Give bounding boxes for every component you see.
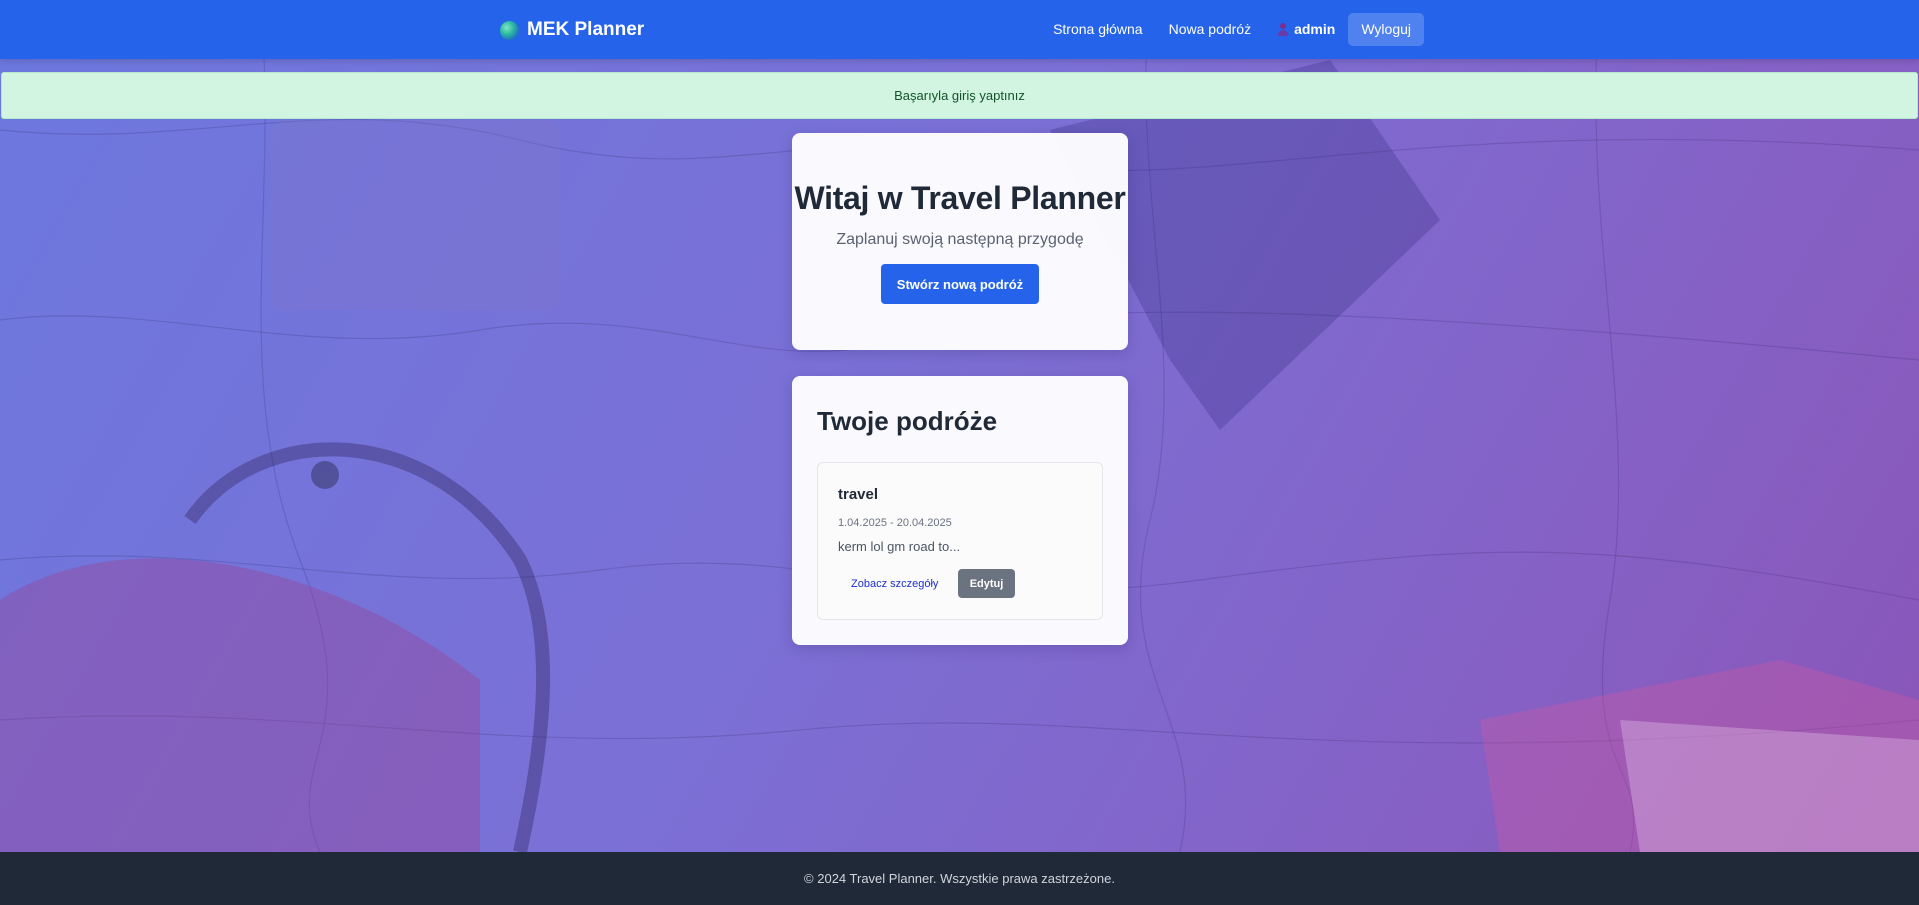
brand-link[interactable]: MEK Planner [500, 17, 644, 43]
navbar: MEK Planner Strona główna Nowa podróż ad… [0, 0, 1919, 59]
trip-dates: 1.04.2025 - 20.04.2025 [838, 517, 952, 529]
nav-new-trip-link[interactable]: Nowa podróż [1156, 12, 1265, 46]
trips-heading: Twoje podróże [817, 406, 998, 436]
trip-edit-button[interactable]: Edytuj [958, 569, 1015, 598]
flash-success-message: Başarıyla giriş yaptınız [1, 72, 1918, 119]
trips-card: Twoje podróże travel 1.04.2025 - 20.04.2… [792, 376, 1128, 645]
hero-title: Witaj w Travel Planner [794, 180, 1126, 216]
create-trip-button[interactable]: Stwórz nową podróż [881, 264, 1039, 304]
footer-copyright: © 2024 Travel Planner. Wszystkie prawa z… [804, 871, 1115, 886]
username: admin [1294, 21, 1336, 37]
logout-button[interactable]: Wyloguj [1348, 12, 1424, 46]
trip-item: travel 1.04.2025 - 20.04.2025 kerm lol g… [817, 462, 1103, 620]
brand-name: MEK Planner [527, 19, 645, 40]
current-user: admin [1264, 21, 1348, 37]
hero-subtitle: Zaplanuj swoją następną przygodę [836, 231, 1084, 248]
nav-links: Strona główna Nowa podróż admin Wyloguj [1040, 12, 1424, 46]
globe-icon [500, 20, 519, 40]
trip-description: kerm lol gm road to... [838, 539, 961, 554]
trip-title: travel [838, 486, 879, 503]
nav-home-link[interactable]: Strona główna [1040, 12, 1156, 46]
user-icon [1277, 22, 1289, 36]
hero-card: Witaj w Travel Planner Zaplanuj swoją na… [792, 133, 1128, 350]
footer: © 2024 Travel Planner. Wszystkie prawa z… [0, 852, 1919, 905]
trip-details-link[interactable]: Zobacz szczegóły [838, 569, 951, 598]
